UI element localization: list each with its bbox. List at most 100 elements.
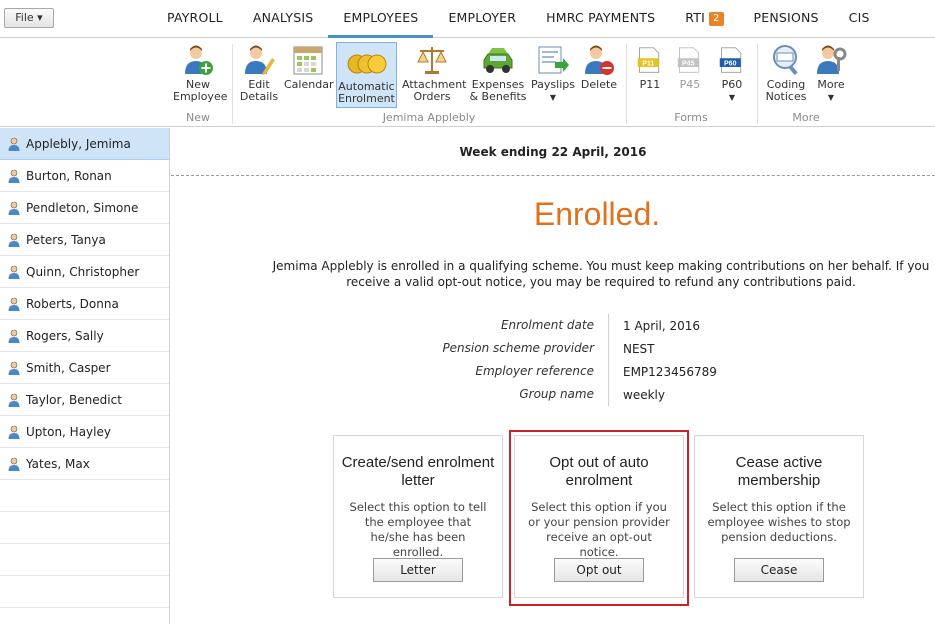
p60-button[interactable]: P60 P60 ▼ [714,44,750,108]
tab-employer[interactable]: EMPLOYER [433,0,531,38]
tab-label: HMRC PAYMENTS [546,10,656,25]
tab-analysis[interactable]: ANALYSIS [238,0,329,38]
employee-list-item[interactable]: Quinn, Christopher [0,256,169,288]
detail-value: 1 April, 2016 [623,318,701,333]
scales-icon [417,47,447,74]
rti-count-badge: 2 [708,12,724,26]
p45-button[interactable]: P45 P45 [672,44,708,108]
p60-document-icon: P60 [719,47,742,73]
card-title: Cease active membership [735,454,823,489]
more-label: More [817,78,845,91]
edit-details-button[interactable]: Edit Details [238,44,280,108]
more-dropdown-caret: ▼ [827,93,835,102]
delete-button[interactable]: Delete [578,44,620,108]
main-nav: PAYROLL ANALYSIS EMPLOYEES EMPLOYER HMRC… [152,0,885,38]
employee-list-item[interactable]: Rogers, Sally [0,320,169,352]
expenses-benefits-label: Expenses & Benefits [469,78,527,103]
attachment-orders-label: Attachment Orders [402,78,467,103]
p11-button[interactable]: P11 P11 [632,44,668,108]
employee-list-item[interactable]: Burton, Ronan [0,160,169,192]
coding-notices-button[interactable]: Coding Notices [762,44,810,108]
employee-icon [8,329,20,343]
employee-list-item[interactable]: Pendleton, Simone [0,192,169,224]
enrolment-details: Enrolment date 1 April, 2016 Pension sche… [421,314,717,406]
employee-icon [8,393,20,407]
group-label-employee: Jemima Applebly [382,111,476,124]
employee-icon [8,137,20,151]
detail-value: weekly [623,387,665,402]
detail-row: Group name weekly [421,383,717,406]
tab-rti[interactable]: RTI 2 [670,0,738,38]
p45-label: P45 [679,78,701,91]
tab-label: PENSIONS [753,10,819,25]
employee-list-item[interactable]: Smith, Casper [0,352,169,384]
p11-document-icon: P11 [637,47,660,73]
file-menu-button[interactable]: File ▾ [4,8,54,28]
tab-cis[interactable]: CIS [834,0,885,38]
ribbon-divider [757,44,758,124]
cease-button[interactable]: Cease [734,558,824,582]
employee-icon [8,233,20,247]
p60-label: P60 [721,78,743,91]
more-employee-tools-icon [817,45,847,74]
car-icon [483,48,513,73]
employee-name: Roberts, Donna [26,296,119,311]
delete-employee-icon [585,45,614,75]
letter-button[interactable]: Letter [373,558,463,582]
empty-list-row [0,512,169,544]
card-text: Select this option to tell the employee … [349,500,487,559]
calendar-button[interactable]: Calendar [284,44,334,108]
attachment-orders-button[interactable]: Attachment Orders [400,44,467,108]
automatic-enrolment-button[interactable]: Automatic Enrolment [336,42,397,108]
detail-key: Group name [421,383,609,406]
employee-list-item[interactable]: Taylor, Benedict [0,384,169,416]
ribbon-divider [626,44,627,124]
p45-document-icon: P45 [677,47,700,73]
calendar-icon [293,46,323,75]
employee-name: Peters, Tanya [26,232,106,247]
expenses-benefits-button[interactable]: Expenses & Benefits [468,44,528,108]
group-label-new: New [186,111,210,124]
tab-label: EMPLOYER [448,10,517,25]
empty-list-row [0,544,169,576]
ribbon-toolbar: New Employee New Edit Details Calendar A… [0,38,935,127]
tab-hmrc-payments[interactable]: HMRC PAYMENTS [531,0,670,38]
coding-notices-icon [773,45,798,76]
employee-name: Pendleton, Simone [26,200,139,215]
employee-list-item[interactable]: Roberts, Donna [0,288,169,320]
automatic-enrolment-label: Automatic Enrolment [338,80,395,105]
tab-payroll[interactable]: PAYROLL [152,0,238,38]
p11-doc-text: P11 [642,60,654,67]
detail-row: Employer reference EMP123456789 [421,360,717,383]
card-title: Create/send enrolment letter [341,454,495,489]
ribbon-divider [232,44,233,124]
edit-details-icon [245,45,275,75]
employee-list-item[interactable]: Applebly, Jemima [0,128,169,160]
new-employee-icon [185,45,213,75]
employee-name: Rogers, Sally [26,328,104,343]
employee-name: Quinn, Christopher [26,264,140,279]
employee-list-item[interactable]: Upton, Hayley [0,416,169,448]
coding-notices-label: Coding Notices [765,78,807,103]
tab-label: PAYROLL [167,10,223,25]
employee-list-item[interactable]: Yates, Max [0,448,169,480]
calendar-label: Calendar [284,78,334,91]
employee-name: Upton, Hayley [26,424,111,439]
tab-employees[interactable]: EMPLOYEES [328,0,434,38]
employee-icon [8,361,20,375]
detail-row: Enrolment date 1 April, 2016 [421,314,717,337]
new-employee-button[interactable]: New Employee [170,44,228,108]
employee-list-item[interactable]: Peters, Tanya [0,224,169,256]
payslips-button[interactable]: Payslips ▼ [530,44,576,108]
detail-value: EMP123456789 [623,364,717,379]
tab-pensions[interactable]: PENSIONS [739,0,834,38]
tab-label: RTI [685,10,705,25]
employee-name: Taylor, Benedict [26,392,122,407]
detail-row: Pension scheme provider NEST [421,337,717,360]
more-button[interactable]: More ▼ [812,44,850,108]
new-employee-label: New Employee [173,78,228,103]
opt-out-highlight-box [509,430,689,606]
tab-label: CIS [848,10,870,25]
employee-icon [8,425,20,439]
p11-label: P11 [639,78,661,91]
